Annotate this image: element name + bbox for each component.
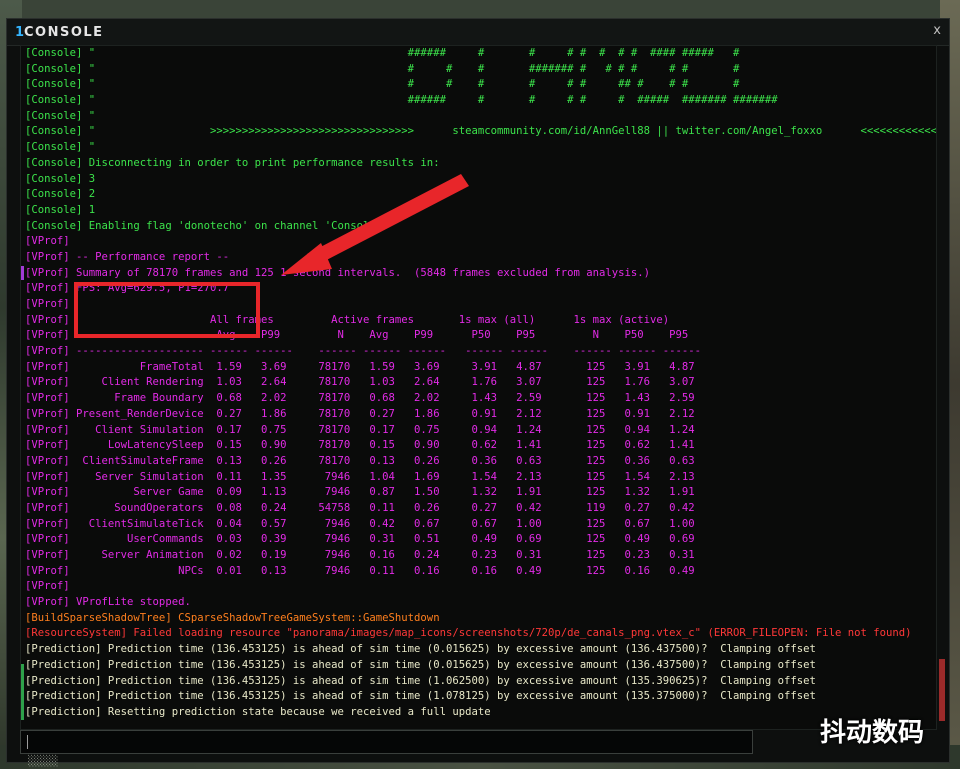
annotation-arrow: [281, 174, 469, 275]
console-window: 1 CONSOLE x [Console] " ###### # # # # #…: [6, 18, 950, 763]
console-input[interactable]: [20, 730, 753, 754]
background-text: ░░░░░: [28, 756, 59, 767]
watermark: 抖动数码: [820, 718, 925, 748]
text-caret: [27, 735, 28, 749]
title-bar[interactable]: 1 CONSOLE x: [7, 19, 949, 46]
close-icon[interactable]: x: [933, 23, 941, 38]
console-log[interactable]: [Console] " ###### # # # # # # # #### ##…: [20, 45, 937, 730]
title-number: 1: [15, 25, 25, 40]
window-title: CONSOLE: [24, 25, 104, 40]
scrollbar-thumb[interactable]: [939, 659, 945, 721]
scrollbar-track[interactable]: [939, 59, 945, 721]
